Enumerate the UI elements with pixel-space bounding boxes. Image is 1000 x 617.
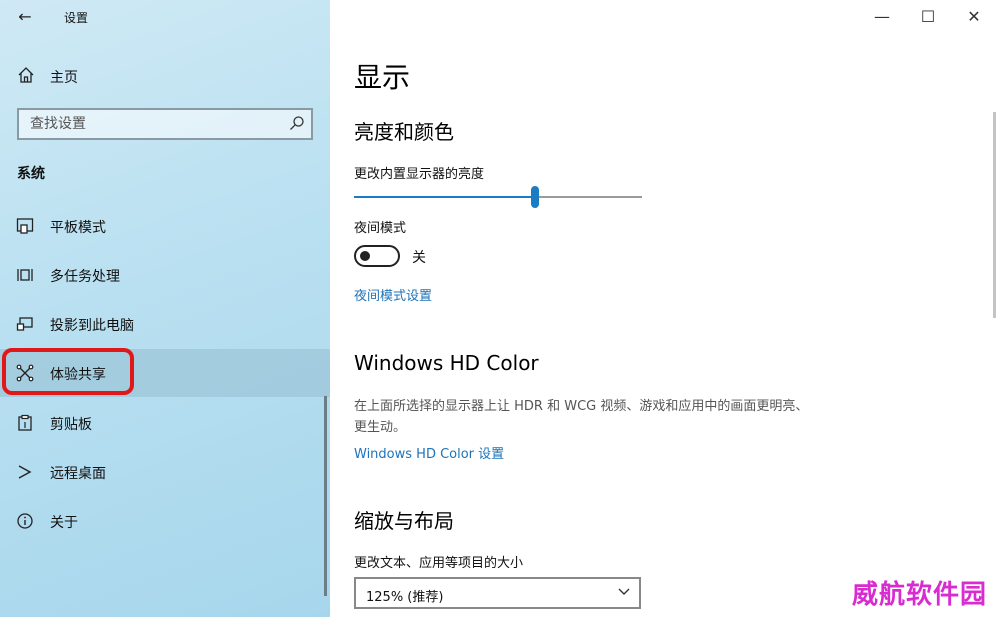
sidebar-item-label: 平板模式 (50, 220, 106, 236)
sidebar-item-shared-experiences[interactable]: 体验共享 (0, 349, 330, 397)
night-mode-label: 夜间模式 (354, 221, 407, 236)
maximize-button[interactable]: ☐ (904, 0, 952, 34)
sidebar-item-tablet-mode[interactable]: 平板模式 (0, 202, 330, 250)
watermark-text: 威航软件园 (852, 580, 988, 610)
brightness-label: 更改内置显示器的亮度 (354, 167, 485, 182)
sidebar-item-label: 投影到此电脑 (50, 318, 134, 334)
sidebar: ← 设置 主页 系统 平板模式 多任务处理 (0, 0, 330, 617)
sidebar-item-label: 多任务处理 (50, 269, 120, 285)
tablet-mode-icon (16, 218, 34, 234)
page-title: 显示 (354, 61, 411, 94)
sidebar-item-label: 远程桌面 (50, 466, 106, 482)
search-box[interactable] (17, 108, 313, 140)
shared-experiences-icon (16, 364, 34, 382)
back-button[interactable]: ← (14, 6, 36, 28)
projecting-icon (16, 317, 33, 331)
hd-color-description: 在上面所选择的显示器上让 HDR 和 WCG 视频、游戏和应用中的画面更明亮、更… (354, 399, 809, 435)
night-mode-state: 关 (412, 250, 426, 266)
close-button[interactable]: ✕ (950, 0, 998, 34)
toggle-knob (360, 251, 370, 261)
app-title: 设置 (64, 11, 89, 25)
search-input[interactable] (19, 110, 281, 138)
slider-fill (354, 196, 536, 198)
brightness-section-heading: 亮度和颜色 (354, 120, 454, 144)
about-icon (17, 513, 33, 529)
titlebar-left: ← 设置 (0, 0, 330, 34)
scale-dropdown[interactable]: 125% (推荐) (354, 577, 641, 609)
night-mode-settings-link[interactable]: 夜间模式设置 (354, 285, 432, 304)
minimize-button[interactable]: — (858, 0, 906, 34)
chevron-down-icon (618, 588, 630, 595)
sidebar-item-label: 体验共享 (50, 367, 106, 383)
hd-color-section-heading: Windows HD Color (354, 351, 539, 375)
sidebar-scrollbar[interactable] (324, 396, 327, 596)
scale-section-heading: 缩放与布局 (354, 509, 454, 533)
remote-desktop-icon (18, 465, 32, 479)
sidebar-item-clipboard[interactable]: 剪贴板 (0, 399, 330, 447)
sidebar-item-home[interactable]: 主页 (0, 56, 330, 96)
home-icon (18, 67, 34, 83)
slider-thumb[interactable] (531, 186, 540, 208)
section-heading: 系统 (17, 166, 45, 182)
sidebar-item-label: 关于 (50, 515, 78, 531)
multitasking-icon (17, 269, 33, 281)
night-mode-toggle[interactable] (354, 245, 400, 267)
sidebar-item-label: 剪贴板 (50, 417, 92, 433)
main-scrollbar[interactable] (993, 112, 996, 318)
search-icon[interactable] (289, 115, 305, 131)
brightness-slider[interactable] (354, 186, 642, 208)
sidebar-item-multitasking[interactable]: 多任务处理 (0, 251, 330, 299)
scale-label: 更改文本、应用等项目的大小 (354, 556, 524, 571)
sidebar-item-remote-desktop[interactable]: 远程桌面 (0, 448, 330, 496)
sidebar-item-about[interactable]: 关于 (0, 497, 330, 545)
main-content: — ☐ ✕ 显示 亮度和颜色 更改内置显示器的亮度 夜间模式 关 夜间模式设置 … (330, 0, 1000, 617)
clipboard-icon (18, 414, 32, 431)
sidebar-item-label: 主页 (50, 70, 78, 86)
sidebar-item-projecting[interactable]: 投影到此电脑 (0, 300, 330, 348)
hd-color-settings-link[interactable]: Windows HD Color 设置 (354, 443, 504, 462)
scale-dropdown-value: 125% (推荐) (366, 590, 444, 605)
